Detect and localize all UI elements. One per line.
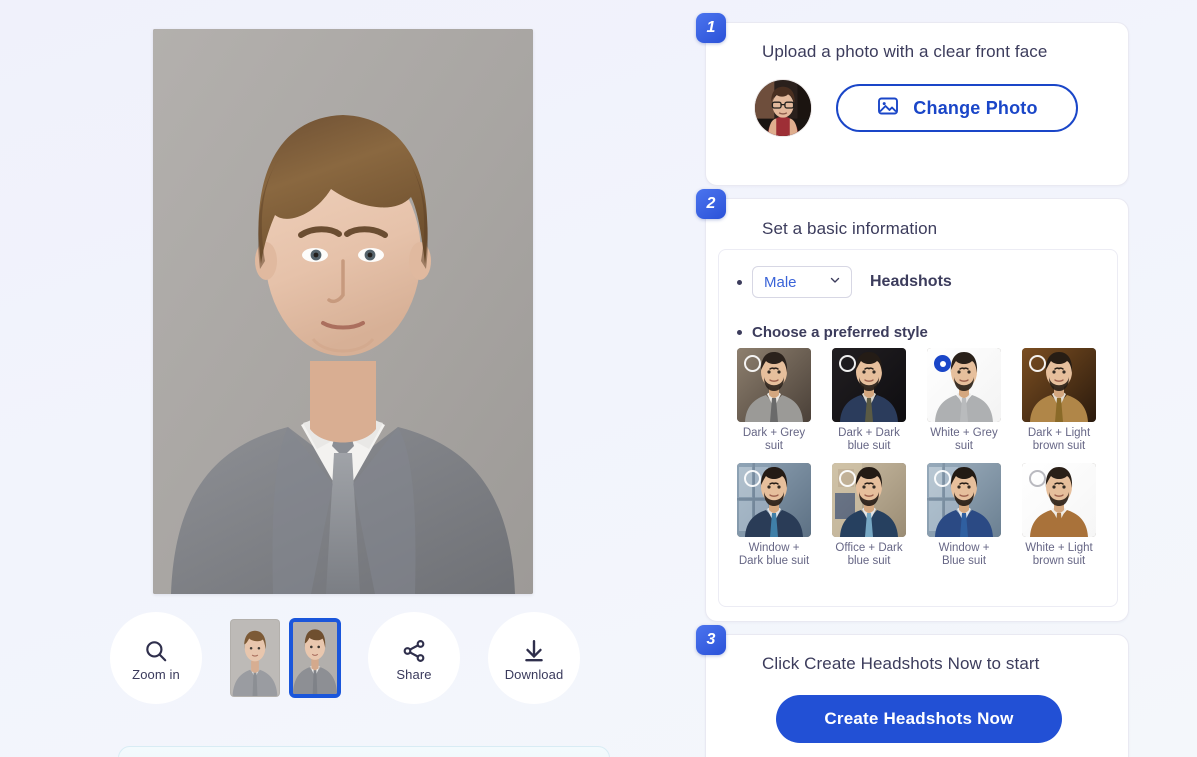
change-photo-button[interactable]: Change Photo [836,84,1078,132]
style-option-2[interactable]: Dark + Dark blue suit [832,348,906,453]
step-2-title: Set a basic information [762,219,938,238]
thumbnail-2-image [293,622,337,694]
share-button[interactable]: Share [368,612,460,704]
gender-select[interactable]: Male [752,266,852,298]
bullet-dot-icon [737,279,742,285]
style-option-1[interactable]: Dark + Grey suit [737,348,811,453]
style-option-5[interactable]: Window + Dark blue suit [737,463,811,568]
download-button[interactable]: Download [488,612,580,704]
style-radio-button[interactable] [839,470,856,487]
style-option-label: Dark + Grey suit [742,427,806,452]
style-grid: Dark + Grey suit Dark + Dark blue suit Whi… [737,348,1103,568]
image-icon [876,94,900,123]
bullet-dot-icon [737,330,742,335]
style-radio-button[interactable] [744,470,761,487]
bottom-panel [118,746,610,757]
style-radio-button[interactable] [934,355,951,372]
style-option-3[interactable]: White + Grey suit [927,348,1001,453]
step-2-basic-info-card: 2 Set a basic information Male Headshots… [696,189,1129,622]
settings-pane: 1 Upload a photo with a clear front face [696,0,1140,757]
style-thumbnail[interactable] [737,348,811,422]
style-option-label: Dark + Light brown suit [1027,427,1091,452]
avatar-image [755,80,811,136]
step-1-badge: 1 [696,13,726,43]
style-thumbnail[interactable] [1022,463,1096,537]
style-option-7[interactable]: Window + Blue suit [927,463,1001,568]
download-label: Download [504,666,564,682]
step-3-create-card: 3 Click Create Headshots Now to start Cr… [696,625,1129,757]
style-radio-button[interactable] [839,355,856,372]
upload-row: Change Photo [754,79,1078,137]
style-option-label: White + Grey suit [930,427,998,452]
uploaded-photo-avatar[interactable] [754,79,812,137]
style-heading: Choose a preferred style [752,324,928,341]
step-1-upload-card: 1 Upload a photo with a clear front face [696,13,1129,186]
headshots-label: Headshots [870,273,952,290]
style-radio-button[interactable] [1029,470,1046,487]
style-heading-row: Choose a preferred style [737,324,928,341]
style-radio-button[interactable] [934,470,951,487]
style-thumbnail[interactable] [832,348,906,422]
style-thumbnail[interactable] [927,463,1001,537]
step-2-badge: 2 [696,189,726,219]
gender-select-value: Male [764,273,797,291]
style-thumbnail[interactable] [927,348,1001,422]
style-thumbnail[interactable] [832,463,906,537]
style-option-label: Window + Dark blue suit [738,542,810,567]
style-option-6[interactable]: Office + Dark blue suit [832,463,906,568]
headshot-illustration [153,29,533,594]
style-thumbnail[interactable] [737,463,811,537]
style-option-label: Office + Dark blue suit [835,542,903,567]
result-thumbnail-strip [230,619,340,697]
preview-action-bar: Zoom in Share Download [110,612,580,704]
zoom-in-label: Zoom in [132,666,180,682]
generated-headshot-preview[interactable] [153,29,533,594]
gender-row: Male Headshots [737,266,952,298]
style-option-label: Window + Blue suit [938,542,990,567]
basic-info-inner-panel: Male Headshots Choose a preferred style … [718,249,1118,607]
style-option-8[interactable]: White + Light brown suit [1022,463,1096,568]
result-thumbnail-2[interactable] [290,619,340,697]
download-arrow-icon [521,636,547,666]
magnifier-icon [143,636,169,666]
style-thumbnail[interactable] [1022,348,1096,422]
style-option-4[interactable]: Dark + Light brown suit [1022,348,1096,453]
create-headshots-button[interactable]: Create Headshots Now [776,695,1062,743]
step-1-title: Upload a photo with a clear front face [762,42,1048,61]
zoom-in-button[interactable]: Zoom in [110,612,202,704]
style-option-label: White + Light brown suit [1025,542,1093,567]
preview-pane: Zoom in Share Download [0,0,686,757]
chevron-down-icon [828,273,842,292]
change-photo-label: Change Photo [913,97,1038,118]
share-label: Share [396,666,432,682]
share-nodes-icon [401,636,427,666]
style-radio-button[interactable] [1029,355,1046,372]
thumbnail-1-image [231,620,279,696]
result-thumbnail-1[interactable] [230,619,280,697]
style-radio-button[interactable] [744,355,761,372]
step-3-badge: 3 [696,625,726,655]
step-3-title: Click Create Headshots Now to start [762,654,1040,673]
style-option-label: Dark + Dark blue suit [838,427,900,452]
